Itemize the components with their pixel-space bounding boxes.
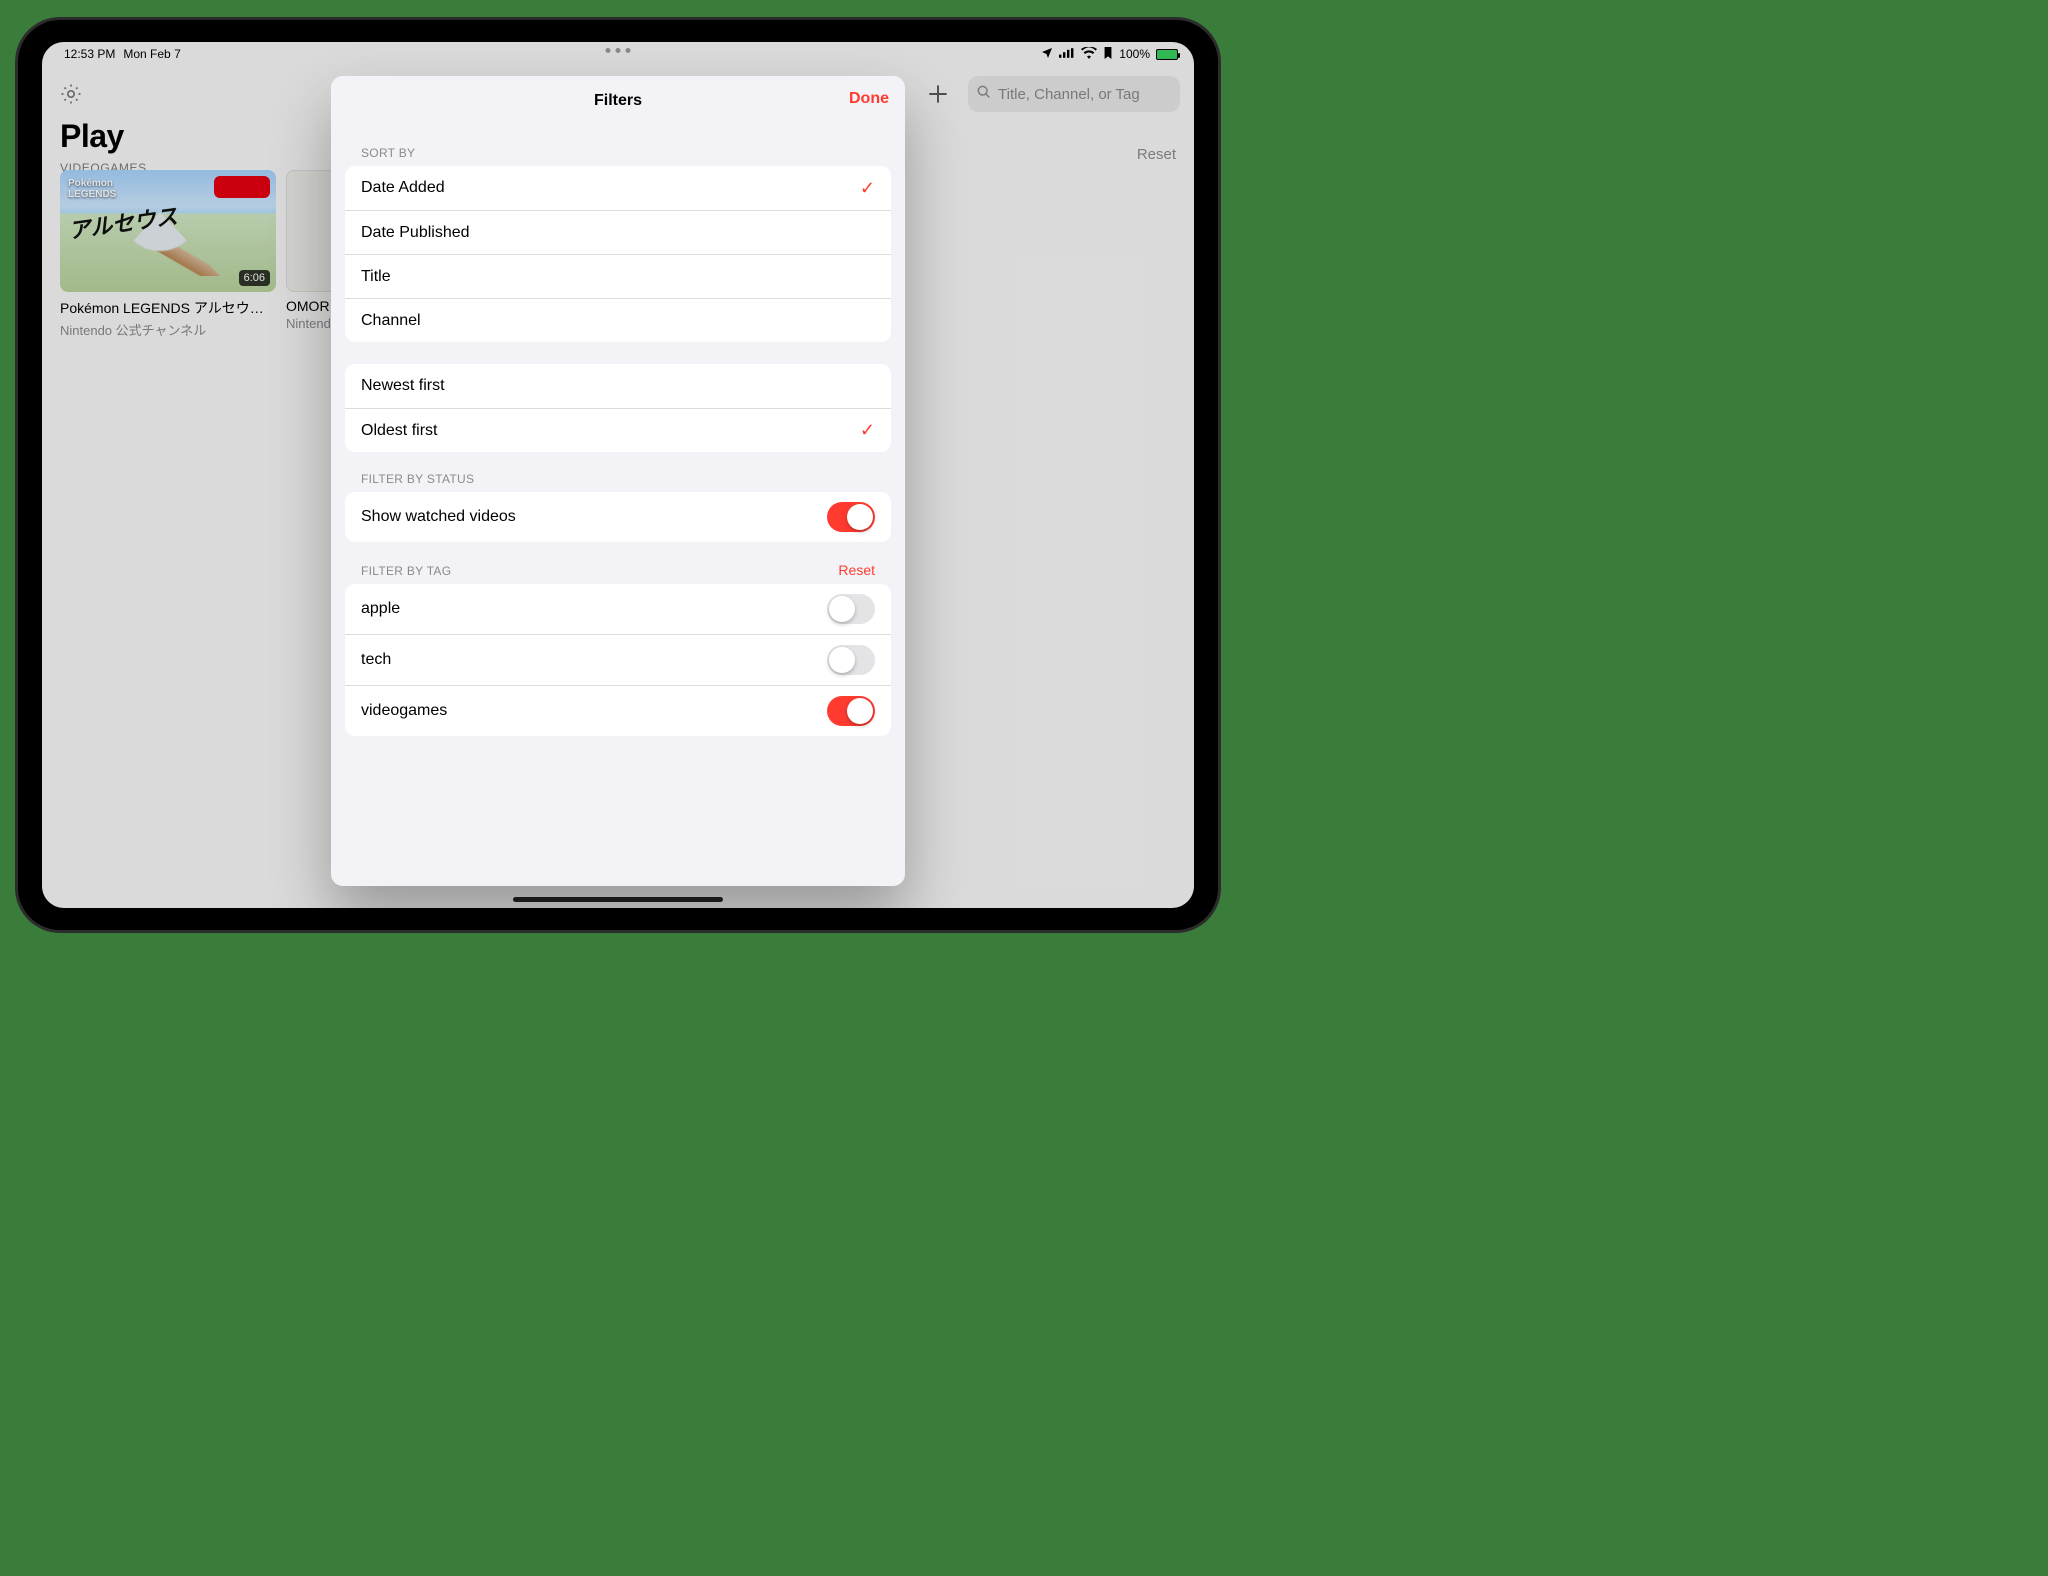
battery-percent: 100% <box>1119 47 1150 61</box>
tag-toggle-apple[interactable] <box>827 594 875 624</box>
status-list: Show watched videos <box>345 492 891 542</box>
sort-option-date-published[interactable]: Date Published <box>345 210 891 254</box>
video-thumb: PokémonLEGENDS アルセウス 6:06 <box>60 170 276 292</box>
video-channel: Nintendo 公式チャンネル <box>60 320 276 339</box>
search-icon <box>976 84 992 104</box>
status-bar: 12:53 PM Mon Feb 7 100% <box>42 42 1194 66</box>
show-watched-row: Show watched videos <box>345 492 891 542</box>
sheet-header: Filters Done <box>331 76 905 126</box>
reset-link[interactable]: Reset <box>1137 146 1176 163</box>
filters-sheet: Filters Done SORT BY Date Added ✓ Date P… <box>331 76 905 886</box>
search-placeholder: Title, Channel, or Tag <box>998 86 1140 103</box>
location-icon <box>1041 47 1053 62</box>
wifi-icon <box>1081 47 1097 62</box>
page-title: Play <box>60 118 147 155</box>
section-header-tag: FILTER BY TAG <box>361 564 451 578</box>
sort-order-list: Newest first Oldest first ✓ <box>345 364 891 452</box>
check-icon: ✓ <box>860 420 875 441</box>
done-button[interactable]: Done <box>849 90 889 108</box>
video-duration: 6:06 <box>239 270 270 286</box>
bookmark-icon <box>1103 47 1113 62</box>
sort-option-channel[interactable]: Channel <box>345 298 891 342</box>
tag-toggle-videogames[interactable] <box>827 696 875 726</box>
order-oldest[interactable]: Oldest first ✓ <box>345 408 891 452</box>
section-header-status: FILTER BY STATUS <box>361 472 474 486</box>
reset-tags-button[interactable]: Reset <box>838 562 875 578</box>
tag-row-tech: tech <box>345 634 891 685</box>
video-card[interactable]: PokémonLEGENDS アルセウス 6:06 Pokémon LEGEND… <box>60 170 276 339</box>
tag-row-videogames: videogames <box>345 685 891 736</box>
multitask-dots[interactable] <box>606 48 631 53</box>
status-date: Mon Feb 7 <box>123 47 180 61</box>
tag-list: apple tech videogames <box>345 584 891 736</box>
tag-row-apple: apple <box>345 584 891 634</box>
add-button[interactable] <box>924 80 952 108</box>
section-header-sort: SORT BY <box>361 146 415 160</box>
video-title: Pokémon LEGENDS アルセウス 紹... <box>60 298 276 318</box>
screen: 12:53 PM Mon Feb 7 100% <box>42 42 1194 908</box>
status-time: 12:53 PM <box>64 47 115 61</box>
search-input[interactable]: Title, Channel, or Tag <box>968 76 1180 112</box>
battery-icon <box>1156 49 1172 60</box>
sort-option-date-added[interactable]: Date Added ✓ <box>345 166 891 210</box>
nintendo-badge <box>214 176 270 198</box>
sort-by-list: Date Added ✓ Date Published Title Channe… <box>345 166 891 342</box>
order-newest[interactable]: Newest first <box>345 364 891 408</box>
sheet-title: Filters <box>594 92 642 110</box>
ipad-frame: 12:53 PM Mon Feb 7 100% <box>18 20 1218 930</box>
home-indicator[interactable] <box>513 897 723 902</box>
sort-option-title[interactable]: Title <box>345 254 891 298</box>
tag-toggle-tech[interactable] <box>827 645 875 675</box>
show-watched-toggle[interactable] <box>827 502 875 532</box>
cellular-icon <box>1059 47 1075 62</box>
check-icon: ✓ <box>860 178 875 199</box>
gear-icon[interactable] <box>56 79 86 109</box>
app-title-block: Play VIDEOGAMES <box>60 118 147 175</box>
